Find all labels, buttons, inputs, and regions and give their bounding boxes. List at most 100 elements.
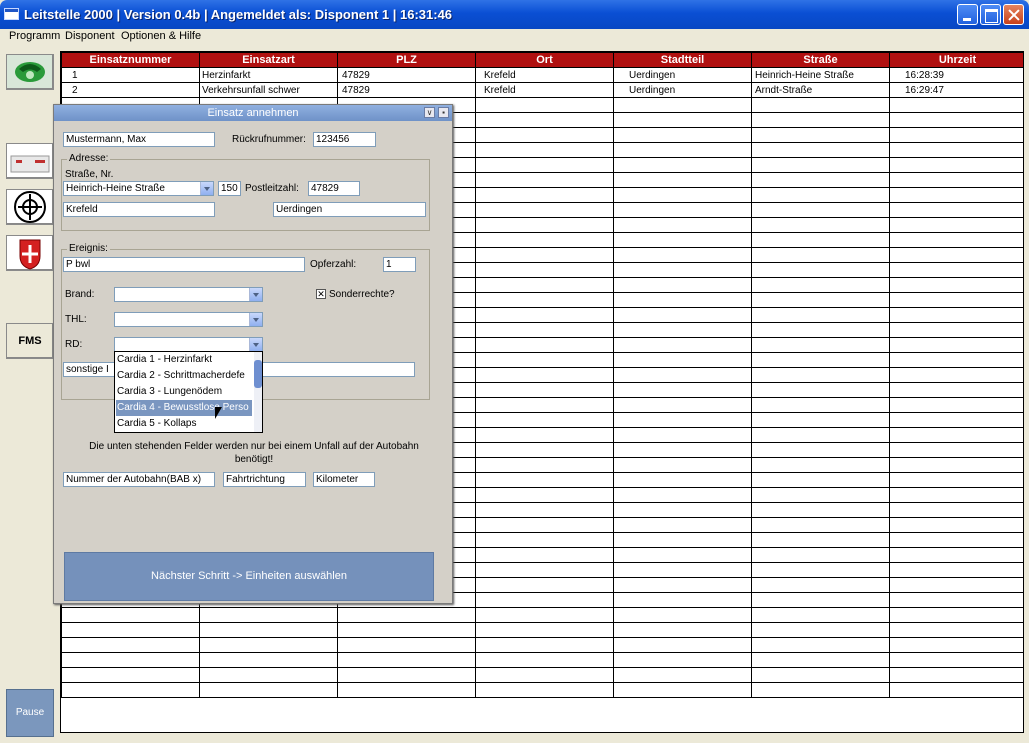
table-cell	[475, 247, 614, 263]
rd-dropdown-list[interactable]: Cardia 1 - Herzinfarkt Cardia 2 - Schrit…	[114, 351, 263, 433]
menu-optionen-hilfe[interactable]: Optionen & Hilfe	[121, 30, 201, 42]
kilometer-field[interactable]: Kilometer	[313, 472, 375, 487]
dialog-titlebar[interactable]: Einsatz annehmen ∨ ▪	[54, 105, 452, 121]
table-cell	[337, 667, 476, 683]
chevron-down-icon[interactable]	[249, 338, 262, 351]
table-cell	[751, 592, 890, 608]
maximize-button[interactable]	[980, 4, 1001, 25]
chevron-down-icon[interactable]	[249, 288, 262, 301]
table-cell	[751, 127, 890, 143]
table-row[interactable]	[61, 607, 1023, 623]
table-cell	[475, 97, 614, 113]
header-uhrzeit[interactable]: Uhrzeit	[889, 52, 1023, 68]
table-cell	[61, 667, 200, 683]
zip-field[interactable]: 47829	[308, 181, 360, 196]
caller-name-field[interactable]: Mustermann, Max	[63, 132, 215, 147]
thl-combobox[interactable]	[114, 312, 263, 327]
table-row[interactable]	[61, 622, 1023, 638]
sidebar: FMS	[0, 45, 58, 743]
table-cell	[613, 412, 752, 428]
table-cell	[475, 457, 614, 473]
district-field[interactable]: Uerdingen	[273, 202, 426, 217]
table-cell	[751, 442, 890, 458]
table-cell	[751, 427, 890, 443]
table-cell	[613, 322, 752, 338]
table-row[interactable]	[61, 682, 1023, 698]
table-cell	[751, 667, 890, 683]
table-cell	[199, 622, 338, 638]
direction-field[interactable]: Fahrtrichtung	[223, 472, 306, 487]
table-cell	[889, 412, 1023, 428]
fire-brigade-button[interactable]	[6, 189, 54, 225]
menu-programm[interactable]: Programm	[9, 30, 60, 42]
city-field[interactable]: Krefeld	[63, 202, 215, 217]
table-cell	[889, 142, 1023, 158]
printer-button[interactable]	[6, 143, 54, 179]
zip-label: Postleitzahl:	[245, 183, 299, 194]
dialog-close-button[interactable]: ▪	[438, 107, 449, 118]
autobahn-number-field[interactable]: Nummer der Autobahn(BAB x)	[63, 472, 215, 487]
table-cell: Krefeld	[475, 67, 614, 83]
table-cell	[889, 562, 1023, 578]
dialog-collapse-button[interactable]: ∨	[424, 107, 435, 118]
table-cell	[751, 187, 890, 203]
house-number-field[interactable]: 150	[218, 181, 241, 196]
rd-option[interactable]: Cardia 3 - Lungenödem	[116, 384, 252, 400]
rd-option[interactable]: Cardia 1 - Herzinfarkt	[116, 352, 252, 368]
johanniter-button[interactable]	[6, 235, 54, 271]
chevron-down-icon[interactable]	[200, 182, 213, 195]
window-titlebar[interactable]: Leitstelle 2000 | Version 0.4b | Angemel…	[0, 0, 1029, 29]
table-cell	[751, 607, 890, 623]
table-cell	[613, 157, 752, 173]
table-cell	[889, 217, 1023, 233]
rd-list-scrollbar[interactable]	[254, 352, 262, 432]
special-rights-checkbox[interactable]: ✕	[316, 289, 326, 299]
event-keyword-field[interactable]: P bwl	[63, 257, 305, 272]
table-row[interactable]	[61, 637, 1023, 653]
table-cell	[751, 247, 890, 263]
rd-combobox[interactable]	[114, 337, 263, 352]
rd-option[interactable]: Cardia 2 - Schrittmacherdefe	[116, 368, 252, 384]
brand-combobox[interactable]	[114, 287, 263, 302]
header-einsatzart[interactable]: Einsatzart	[199, 52, 338, 68]
table-cell	[613, 517, 752, 533]
table-cell	[613, 367, 752, 383]
rd-option-selected[interactable]: Cardia 4 - Bewusstlose Perso	[116, 400, 252, 416]
fms-button[interactable]: FMS	[6, 323, 54, 359]
header-plz[interactable]: PLZ	[337, 52, 476, 68]
table-cell	[889, 397, 1023, 413]
minimize-button[interactable]	[957, 4, 978, 25]
header-ort[interactable]: Ort	[475, 52, 614, 68]
table-cell	[337, 682, 476, 698]
rd-list-scroll-thumb[interactable]	[254, 360, 262, 388]
table-cell: Uerdingen	[613, 82, 752, 98]
table-cell	[889, 442, 1023, 458]
table-cell	[889, 667, 1023, 683]
table-row[interactable]	[61, 652, 1023, 668]
table-cell	[613, 487, 752, 503]
chevron-down-icon[interactable]	[249, 313, 262, 326]
header-strasse[interactable]: Straße	[751, 52, 890, 68]
table-row[interactable]: 2 Verkehrsunfall schwer 47829 Krefeld Ue…	[61, 82, 1023, 98]
table-cell	[751, 562, 890, 578]
table-cell	[613, 172, 752, 188]
next-step-button[interactable]: Nächster Schritt -> Einheiten auswählen	[64, 552, 434, 601]
rd-option[interactable]: Cardia 5 - Kollaps	[116, 416, 252, 432]
table-cell	[751, 622, 890, 638]
menu-disponent[interactable]: Disponent	[65, 30, 115, 42]
victims-field[interactable]: 1	[383, 257, 416, 272]
table-row[interactable]: 1 Herzinfarkt 47829 Krefeld Uerdingen He…	[61, 67, 1023, 83]
telephone-button[interactable]	[6, 54, 54, 90]
callback-number-field[interactable]: 123456	[313, 132, 376, 147]
table-cell	[613, 187, 752, 203]
close-button[interactable]	[1003, 4, 1024, 25]
pause-button[interactable]: Pause	[6, 689, 54, 737]
header-einsatznummer[interactable]: Einsatznummer	[61, 52, 200, 68]
accept-mission-dialog: Einsatz annehmen ∨ ▪ Mustermann, Max Rüc…	[53, 104, 453, 604]
table-cell	[613, 652, 752, 668]
table-cell	[889, 157, 1023, 173]
table-row[interactable]	[61, 667, 1023, 683]
table-cell	[751, 652, 890, 668]
street-combobox[interactable]: Heinrich-Heine Straße	[63, 181, 214, 196]
header-stadtteil[interactable]: Stadtteil	[613, 52, 752, 68]
